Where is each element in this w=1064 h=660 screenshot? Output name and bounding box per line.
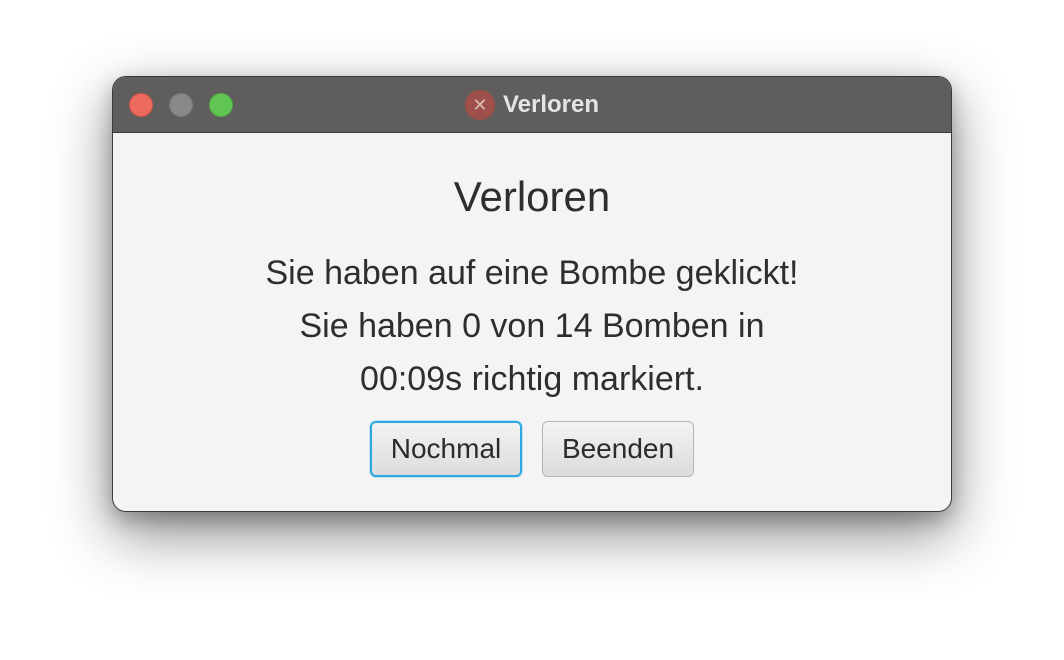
title-bar[interactable]: ✕ Verloren [113,77,951,133]
message-line: Sie haben auf eine Bombe geklickt! [265,254,799,292]
quit-button[interactable]: Beenden [542,421,694,477]
window-title: Verloren [502,91,600,118]
window-title-group: ✕ Verloren [113,77,951,133]
message-line: Sie haben 0 von 14 Bomben in [299,307,765,345]
dialog-heading: Verloren [453,173,611,220]
desktop-background: ✕ Verloren Verloren Sie haben auf eine B… [0,0,1064,660]
dialog-message: Sie haben auf eine Bombe geklickt! Sie h… [113,247,951,406]
retry-button[interactable]: Nochmal [370,421,522,477]
message-line: 00:09s richtig markiert. [360,360,704,398]
button-row: Nochmal Beenden [113,421,951,477]
dialog-content: Verloren Sie haben auf eine Bombe geklic… [113,133,951,511]
dialog-window: ✕ Verloren Verloren Sie haben auf eine B… [112,76,952,512]
close-circle-icon: ✕ [464,90,495,120]
